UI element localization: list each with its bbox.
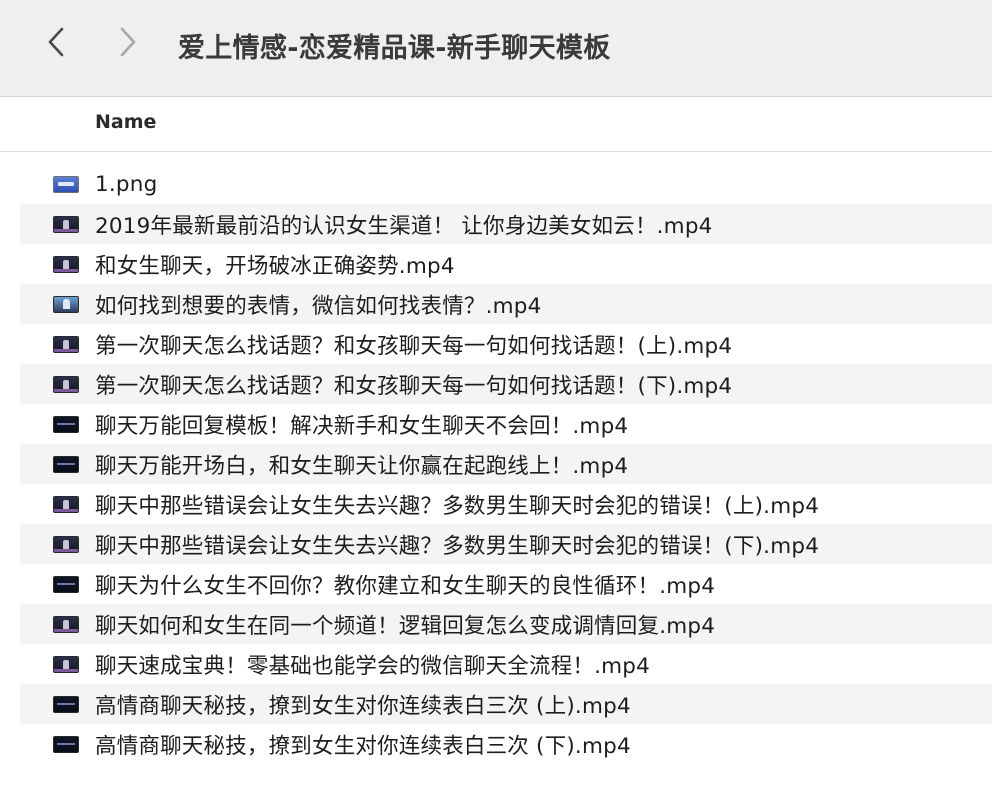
file-row[interactable]: 高情商聊天秘技，撩到女生对你连续表白三次 (上).mp4	[20, 684, 992, 724]
file-row[interactable]: 第一次聊天怎么找话题？和女孩聊天每一句如何找话题！(上).mp4	[20, 324, 992, 364]
file-row[interactable]: 如何找到想要的表情，微信如何找表情？.mp4	[20, 284, 992, 324]
file-name: 高情商聊天秘技，撩到女生对你连续表白三次 (下).mp4	[95, 733, 631, 759]
file-name: 聊天万能开场白，和女生聊天让你赢在起跑线上！.mp4	[95, 453, 629, 479]
file-name: 2019年最新最前沿的认识女生渠道！ 让你身边美女如云！.mp4	[95, 213, 713, 239]
window-title: 爱上情感-恋爱精品课-新手聊天模板	[178, 33, 611, 64]
file-name: 第一次聊天怎么找话题？和女孩聊天每一句如何找话题！(上).mp4	[95, 333, 733, 359]
name-column-header[interactable]: Name	[95, 111, 156, 133]
video-file-icon	[53, 735, 79, 753]
chevron-right-icon	[120, 27, 136, 57]
file-name: 高情商聊天秘技，撩到女生对你连续表白三次 (上).mp4	[95, 693, 631, 719]
file-row[interactable]: 高情商聊天秘技，撩到女生对你连续表白三次 (下).mp4	[20, 724, 992, 764]
file-row[interactable]: 第一次聊天怎么找话题？和女孩聊天每一句如何找话题！(下).mp4	[20, 364, 992, 404]
file-name: 聊天中那些错误会让女生失去兴趣？多数男生聊天时会犯的错误！(下).mp4	[95, 533, 820, 559]
file-row[interactable]: 聊天如何和女生在同一个频道！逻辑回复怎么变成调情回复.mp4	[20, 604, 992, 644]
file-name: 如何找到想要的表情，微信如何找表情？.mp4	[95, 293, 542, 319]
file-row[interactable]: 2019年最新最前沿的认识女生渠道！ 让你身边美女如云！.mp4	[20, 204, 992, 244]
file-name: 第一次聊天怎么找话题？和女孩聊天每一句如何找话题！(下).mp4	[95, 373, 733, 399]
file-row[interactable]: 和女生聊天，开场破冰正确姿势.mp4	[20, 244, 992, 284]
file-row[interactable]: 聊天速成宝典！零基础也能学会的微信聊天全流程！.mp4	[20, 644, 992, 684]
file-row[interactable]: 聊天中那些错误会让女生失去兴趣？多数男生聊天时会犯的错误！(下).mp4	[20, 524, 992, 564]
video-file-icon	[53, 695, 79, 713]
file-name: 聊天为什么女生不回你？教你建立和女生聊天的良性循环！.mp4	[95, 573, 716, 599]
file-row[interactable]: 1.png	[20, 164, 992, 204]
forward-button[interactable]	[110, 22, 146, 62]
file-name: 1.png	[95, 171, 158, 197]
file-name: 聊天中那些错误会让女生失去兴趣？多数男生聊天时会犯的错误！(上).mp4	[95, 493, 820, 519]
finder-window: 爱上情感-恋爱精品课-新手聊天模板 Name 1.png 2019年最新最前沿的认…	[0, 0, 992, 800]
chevron-left-icon	[48, 27, 64, 57]
video-file-icon	[53, 215, 79, 233]
video-file-icon	[53, 255, 79, 273]
file-name: 和女生聊天，开场破冰正确姿势.mp4	[95, 253, 455, 279]
image-file-icon	[53, 295, 79, 313]
toolbar: 爱上情感-恋爱精品课-新手聊天模板	[0, 0, 992, 97]
image-file-icon	[53, 175, 79, 193]
video-file-icon	[53, 375, 79, 393]
video-file-icon	[53, 655, 79, 673]
file-row[interactable]: 聊天为什么女生不回你？教你建立和女生聊天的良性循环！.mp4	[20, 564, 992, 604]
file-list: 1.png 2019年最新最前沿的认识女生渠道！ 让你身边美女如云！.mp4 和女生…	[20, 164, 992, 764]
file-name: 聊天如何和女生在同一个频道！逻辑回复怎么变成调情回复.mp4	[95, 613, 716, 639]
file-row[interactable]: 聊天万能回复模板！解决新手和女生聊天不会回！.mp4	[20, 404, 992, 444]
video-file-icon	[53, 535, 79, 553]
column-header: Name	[0, 97, 992, 152]
file-row[interactable]: 聊天中那些错误会让女生失去兴趣？多数男生聊天时会犯的错误！(上).mp4	[20, 484, 992, 524]
video-file-icon	[53, 335, 79, 353]
file-name: 聊天速成宝典！零基础也能学会的微信聊天全流程！.mp4	[95, 653, 651, 679]
file-name: 聊天万能回复模板！解决新手和女生聊天不会回！.mp4	[95, 413, 629, 439]
file-row[interactable]: 聊天万能开场白，和女生聊天让你赢在起跑线上！.mp4	[20, 444, 992, 484]
video-file-icon	[53, 575, 79, 593]
video-file-icon	[53, 495, 79, 513]
video-file-icon	[53, 455, 79, 473]
back-button[interactable]	[38, 22, 74, 62]
video-file-icon	[53, 615, 79, 633]
video-file-icon	[53, 415, 79, 433]
